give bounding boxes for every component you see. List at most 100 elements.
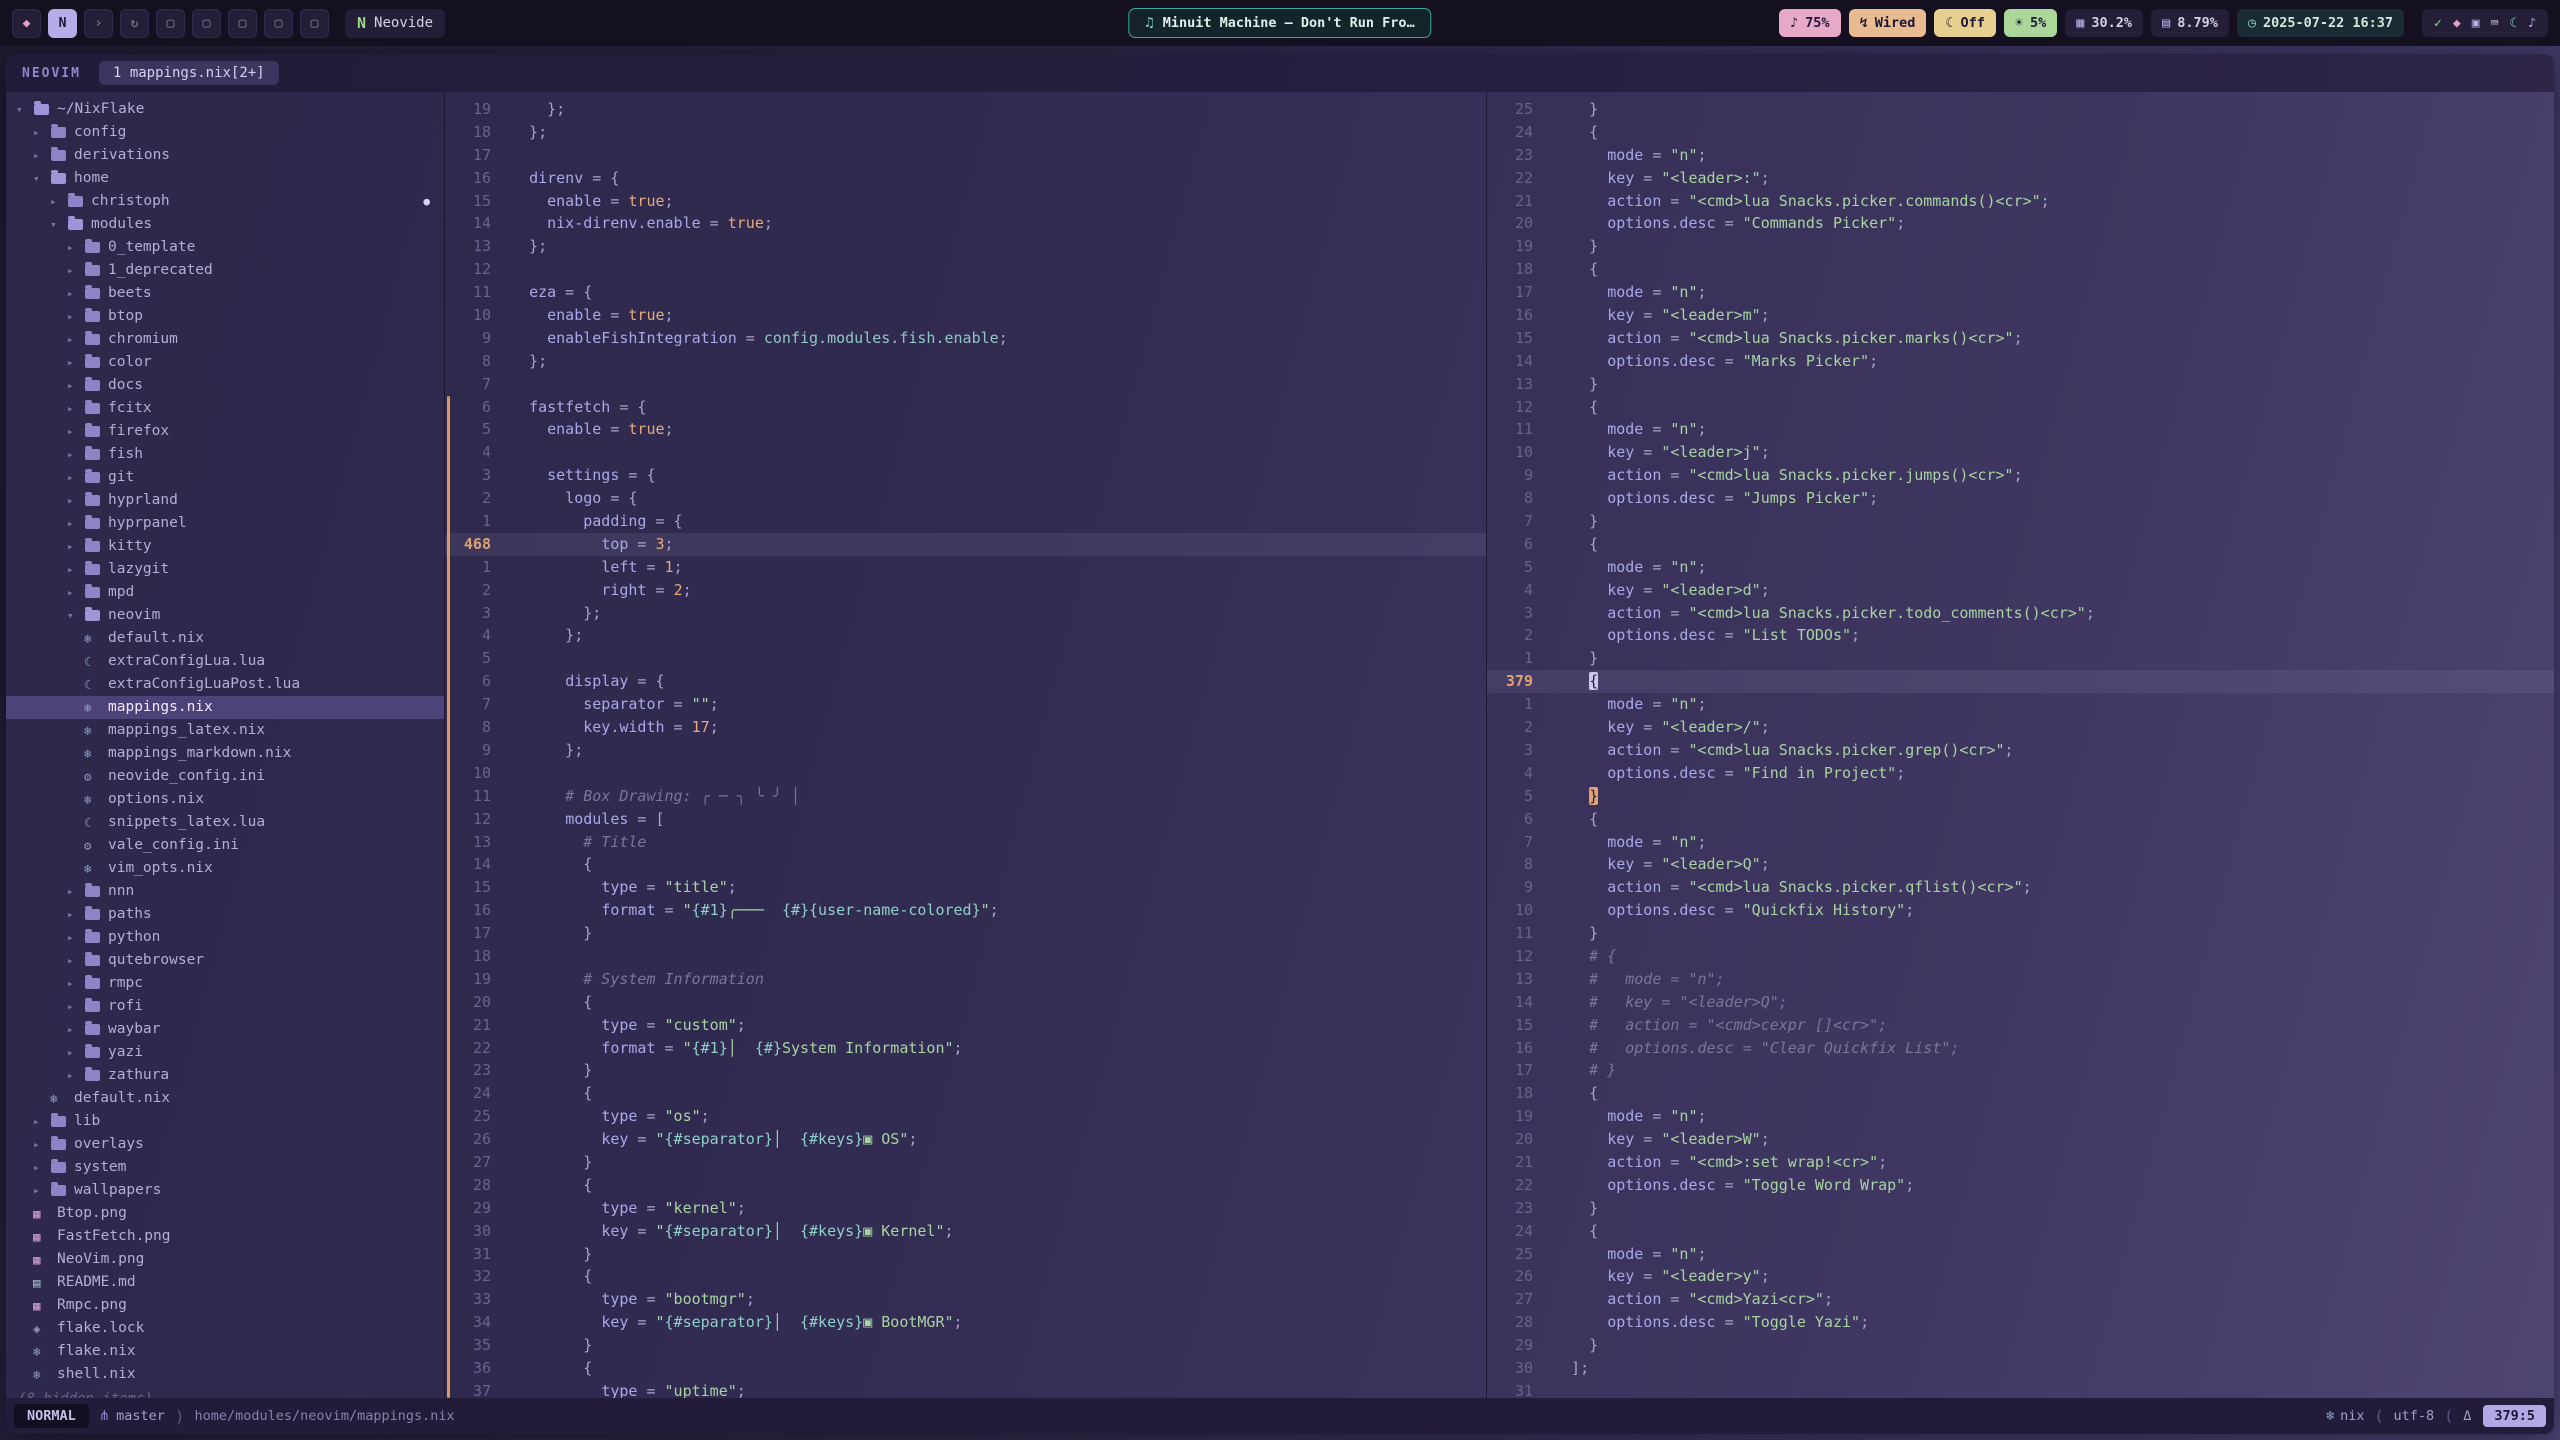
editor-line[interactable]: 16 key = "<leader>m";: [1487, 304, 2554, 327]
editor-line[interactable]: 25 }: [1487, 98, 2554, 121]
tree-item[interactable]: flake.nix: [6, 1340, 444, 1363]
editor-line[interactable]: 31: [1487, 1380, 2554, 1398]
tree-item[interactable]: ▾home: [6, 167, 444, 190]
editor-line[interactable]: 1 mode = "n";: [1487, 693, 2554, 716]
tree-item[interactable]: ▸rmpc: [6, 972, 444, 995]
editor-line[interactable]: 12: [445, 258, 1486, 281]
editor-line[interactable]: 15 # action = "<cmd>cexpr []<cr>";: [1487, 1014, 2554, 1037]
editor-line[interactable]: 7 mode = "n";: [1487, 831, 2554, 854]
editor-line[interactable]: 12 # {: [1487, 945, 2554, 968]
editor-line[interactable]: 16 # options.desc = "Clear Quickfix List…: [1487, 1037, 2554, 1060]
workspace-9[interactable]: ▢: [300, 9, 329, 38]
editor-line[interactable]: 8 key = "<leader>Q";: [1487, 853, 2554, 876]
editor-line[interactable]: 28 {: [445, 1174, 1486, 1197]
tree-item[interactable]: ▸git: [6, 466, 444, 489]
tree-item[interactable]: shell.nix: [6, 1363, 444, 1386]
tree-item[interactable]: ▸paths: [6, 903, 444, 926]
editor-line[interactable]: 36 {: [445, 1357, 1486, 1380]
editor-line[interactable]: 2 right = 2;: [445, 579, 1486, 602]
editor-line[interactable]: 22 options.desc = "Toggle Word Wrap";: [1487, 1174, 2554, 1197]
editor-line[interactable]: 25 type = "os";: [445, 1105, 1486, 1128]
editor-line[interactable]: 34 key = "{#separator}│ {#keys}▣ BootMGR…: [445, 1311, 1486, 1334]
editor-line[interactable]: 15 enable = true;: [445, 190, 1486, 213]
editor-line[interactable]: 35 }: [445, 1334, 1486, 1357]
editor-line[interactable]: 17: [445, 144, 1486, 167]
tree-item[interactable]: ▸0_template: [6, 236, 444, 259]
workspace-5[interactable]: ▢: [156, 9, 185, 38]
tree-item[interactable]: ▸qutebrowser: [6, 949, 444, 972]
editor-line[interactable]: 8 };: [445, 350, 1486, 373]
editor-line[interactable]: 8 options.desc = "Jumps Picker";: [1487, 487, 2554, 510]
editor-line[interactable]: 468 top = 3;: [445, 533, 1486, 556]
editor-line[interactable]: 4: [445, 441, 1486, 464]
editor-line[interactable]: 23 mode = "n";: [1487, 144, 2554, 167]
tree-item[interactable]: ▸system: [6, 1156, 444, 1179]
volume-module[interactable]: ♪75%: [1779, 9, 1841, 37]
editor-line[interactable]: 23 }: [445, 1059, 1486, 1082]
clock-module[interactable]: ◷2025-07-22 16:37: [2237, 9, 2404, 37]
tree-item[interactable]: ▸rofi: [6, 995, 444, 1018]
editor-line[interactable]: 27 }: [445, 1151, 1486, 1174]
editor-line[interactable]: 13 # Title: [445, 831, 1486, 854]
editor-line[interactable]: 9 action = "<cmd>lua Snacks.picker.jumps…: [1487, 464, 2554, 487]
tree-item[interactable]: vim_opts.nix: [6, 857, 444, 880]
tree-item[interactable]: default.nix: [6, 1087, 444, 1110]
tree-item[interactable]: ▸derivations: [6, 144, 444, 167]
editor-line[interactable]: 14 {: [445, 853, 1486, 876]
editor-line[interactable]: 37 type = "uptime";: [445, 1380, 1486, 1398]
notification-bell-icon[interactable]: ♪: [2528, 16, 2536, 31]
editor-line[interactable]: 18 };: [445, 121, 1486, 144]
editor-line[interactable]: 27 action = "<cmd>Yazi<cr>";: [1487, 1288, 2554, 1311]
editor-line[interactable]: 4 options.desc = "Find in Project";: [1487, 762, 2554, 785]
editor-line[interactable]: 9 action = "<cmd>lua Snacks.picker.qflis…: [1487, 876, 2554, 899]
editor-line[interactable]: 10 options.desc = "Quickfix History";: [1487, 899, 2554, 922]
editor-line[interactable]: 13 # mode = "n";: [1487, 968, 2554, 991]
editor-line[interactable]: 24 {: [1487, 121, 2554, 144]
battery-module[interactable]: ☀5%: [2004, 9, 2057, 37]
workspace-6[interactable]: ▢: [192, 9, 221, 38]
editor-line[interactable]: 7 separator = "";: [445, 693, 1486, 716]
editor-line[interactable]: 12 modules = [: [445, 808, 1486, 831]
tree-item[interactable]: ▸hyprland: [6, 489, 444, 512]
editor-line[interactable]: 5 mode = "n";: [1487, 556, 2554, 579]
editor-line[interactable]: 21 action = "<cmd>:set wrap!<cr>";: [1487, 1151, 2554, 1174]
editor-line[interactable]: 14 options.desc = "Marks Picker";: [1487, 350, 2554, 373]
keyboard-icon[interactable]: ⌨: [2491, 16, 2499, 31]
editor-line[interactable]: 6 {: [1487, 808, 2554, 831]
editor-line[interactable]: 1 }: [1487, 647, 2554, 670]
editor-line[interactable]: 4 };: [445, 624, 1486, 647]
workspace-3[interactable]: ›: [84, 9, 113, 38]
tree-item[interactable]: ▸fcitx: [6, 397, 444, 420]
tree-item[interactable]: ▸mpd: [6, 581, 444, 604]
editor-line[interactable]: 11 }: [1487, 922, 2554, 945]
editor-line[interactable]: 20 {: [445, 991, 1486, 1014]
editor-line[interactable]: 22 format = "{#1}│ {#}System Information…: [445, 1037, 1486, 1060]
tree-item[interactable]: ▸lib: [6, 1110, 444, 1133]
editor-line[interactable]: 31 }: [445, 1243, 1486, 1266]
tree-item[interactable]: mappings_latex.nix: [6, 719, 444, 742]
editor-line[interactable]: 19 };: [445, 98, 1486, 121]
editor-line[interactable]: 20 options.desc = "Commands Picker";: [1487, 212, 2554, 235]
editor-line[interactable]: 18: [445, 945, 1486, 968]
tree-item[interactable]: FastFetch.png: [6, 1225, 444, 1248]
tree-item[interactable]: ▸hyprpanel: [6, 512, 444, 535]
tab-mappings-nix[interactable]: 1 mappings.nix[2+]: [99, 61, 279, 85]
editor-line[interactable]: 18 {: [1487, 258, 2554, 281]
editor-line[interactable]: 24 {: [1487, 1220, 2554, 1243]
editor-line[interactable]: 2 options.desc = "List TODOs";: [1487, 624, 2554, 647]
tree-item[interactable]: ▸1_deprecated: [6, 259, 444, 282]
editor-line[interactable]: 33 type = "bootmgr";: [445, 1288, 1486, 1311]
tree-item[interactable]: ▸color: [6, 351, 444, 374]
editor-line[interactable]: 24 {: [445, 1082, 1486, 1105]
tree-item[interactable]: ▾neovim: [6, 604, 444, 627]
editor-line[interactable]: 22 key = "<leader>:";: [1487, 167, 2554, 190]
editor-line[interactable]: 9 };: [445, 739, 1486, 762]
editor-line[interactable]: 8 key.width = 17;: [445, 716, 1486, 739]
tree-item[interactable]: ▸chromium: [6, 328, 444, 351]
editor-line[interactable]: 3 action = "<cmd>lua Snacks.picker.todo_…: [1487, 602, 2554, 625]
editor-line[interactable]: 16 direnv = {: [445, 167, 1486, 190]
editor-line[interactable]: 16 format = "{#1}╭─── {#}{user-name-colo…: [445, 899, 1486, 922]
editor-line[interactable]: 5 }: [1487, 785, 2554, 808]
tree-item[interactable]: Btop.png: [6, 1202, 444, 1225]
workspace-4[interactable]: ↻: [120, 9, 149, 38]
